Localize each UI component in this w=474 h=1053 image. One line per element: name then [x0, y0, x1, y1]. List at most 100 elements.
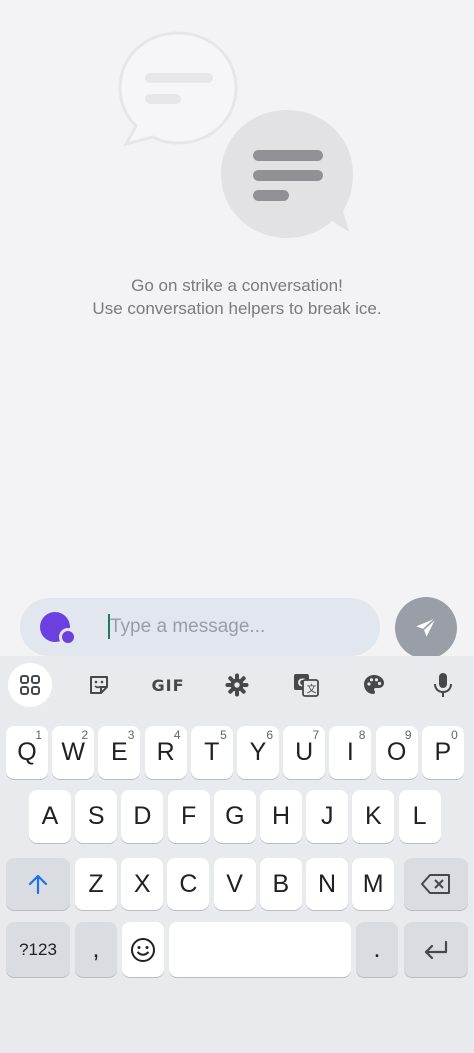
key-q[interactable]: Q1	[6, 726, 48, 779]
key-h[interactable]: H	[260, 790, 302, 843]
key-a-label: A	[41, 802, 59, 830]
backspace-icon	[421, 874, 450, 894]
key-t-hint: 5	[220, 728, 227, 742]
key-g[interactable]: G	[213, 790, 256, 843]
key-n-label: N	[317, 869, 337, 898]
key-m[interactable]: M	[352, 858, 395, 910]
emoji-key[interactable]	[122, 922, 164, 977]
key-t-label: T	[204, 738, 220, 766]
settings-button[interactable]	[215, 663, 259, 707]
soft-keyboard: GIF G 文 ?123 , . Q 1 W 2 E 3 R 4 T 5 Y 6…	[0, 656, 474, 1053]
key-r[interactable]: R4	[144, 726, 187, 779]
comma-key[interactable]: ,	[75, 922, 117, 977]
key-y[interactable]: Y6	[237, 726, 279, 779]
key-v[interactable]: V	[213, 858, 256, 910]
key-t[interactable]: T5	[190, 726, 233, 779]
key-j[interactable]: J	[306, 790, 349, 843]
comma-key-label: ,	[92, 935, 100, 963]
gif-label: GIF	[151, 675, 185, 695]
key-q-label: Q	[17, 738, 37, 766]
key-s[interactable]: S	[75, 790, 118, 843]
voice-input-button[interactable]	[421, 663, 465, 707]
chat-bubbles-illustration	[118, 31, 353, 238]
key-o-label: O	[386, 738, 407, 766]
palette-icon	[364, 675, 384, 694]
keyboard-toolbar: GIF G 文	[0, 656, 474, 714]
key-q-hint: 1	[35, 728, 42, 742]
key-s-label: S	[87, 802, 105, 830]
key-f-label: F	[180, 802, 197, 830]
key-k-label: K	[365, 802, 382, 830]
key-w-label: W	[61, 738, 85, 766]
empty-state-subtitle: Use conversation helpers to break ice.	[92, 299, 382, 318]
symbols-key[interactable]: ?123	[6, 922, 70, 977]
key-p-label: P	[434, 738, 452, 766]
key-x-label: X	[133, 869, 151, 898]
key-e-label: E	[111, 738, 128, 766]
period-key[interactable]: .	[356, 922, 398, 977]
message-composer	[20, 598, 380, 656]
enter-key[interactable]	[404, 922, 468, 977]
send-icon	[416, 617, 437, 637]
back-bubble-icon	[118, 31, 238, 147]
key-z[interactable]: Z	[75, 858, 117, 910]
key-i-hint: 8	[358, 728, 366, 742]
send-button[interactable]	[395, 597, 457, 659]
key-w[interactable]: W2	[52, 726, 95, 779]
key-d[interactable]: D	[121, 790, 164, 843]
key-j-label: J	[320, 802, 334, 830]
key-f[interactable]: F	[167, 790, 210, 843]
key-c-label: C	[179, 869, 198, 898]
gear-icon	[225, 673, 249, 697]
gif-button[interactable]: GIF	[146, 663, 190, 707]
symbols-key-label: ?123	[19, 939, 57, 959]
backspace-key[interactable]	[404, 858, 468, 910]
apps-grid-button[interactable]	[8, 663, 52, 707]
translate-icon: G 文	[294, 674, 319, 697]
key-z-label: Z	[88, 869, 104, 898]
key-p[interactable]: P0	[421, 726, 464, 779]
key-r-label: R	[156, 738, 175, 766]
key-g-label: G	[225, 802, 245, 830]
theme-button[interactable]	[352, 663, 396, 707]
key-o-hint: 9	[404, 728, 412, 742]
key-v-label: V	[226, 869, 243, 898]
key-c[interactable]: C	[167, 858, 210, 910]
key-r-hint: 4	[173, 728, 181, 742]
key-o[interactable]: O9	[375, 726, 418, 779]
key-m-label: M	[362, 869, 384, 898]
key-l[interactable]: L	[398, 790, 441, 843]
apps-grid-icon	[20, 675, 40, 695]
key-d-label: D	[133, 802, 152, 830]
sticker-icon	[90, 676, 108, 694]
key-e[interactable]: E3	[98, 726, 141, 779]
chat-screen: Go on strike a conversation! Use convers…	[0, 0, 474, 1053]
period-key-label: .	[373, 935, 381, 963]
key-p-hint: 0	[451, 728, 458, 742]
svg-text:文: 文	[307, 683, 317, 696]
shift-key[interactable]	[6, 858, 70, 910]
key-u-hint: 7	[312, 728, 320, 742]
key-a[interactable]: A	[29, 790, 71, 843]
key-b[interactable]: B	[259, 858, 302, 910]
key-u[interactable]: U7	[283, 726, 326, 779]
sticker-button[interactable]	[77, 663, 121, 707]
key-l-label: L	[412, 802, 427, 830]
key-x[interactable]: X	[121, 858, 164, 910]
enter-arrow-icon	[424, 940, 448, 959]
conversation-helper-icon[interactable]	[38, 610, 76, 644]
key-e-hint: 3	[127, 728, 135, 742]
emoji-smiley-icon	[131, 937, 155, 962]
shift-arrow-icon	[28, 874, 48, 895]
key-k[interactable]: K	[352, 790, 395, 843]
key-i[interactable]: I8	[329, 726, 372, 779]
space-key[interactable]	[169, 922, 351, 977]
key-n[interactable]: N	[306, 858, 348, 910]
key-y-label: Y	[249, 738, 267, 766]
key-y-hint: 6	[266, 728, 273, 742]
key-u-label: U	[295, 738, 314, 766]
key-h-label: H	[271, 802, 291, 830]
message-input[interactable]	[110, 608, 370, 646]
translate-button[interactable]: G 文	[284, 663, 328, 707]
empty-state-title: Go on strike a conversation!	[131, 276, 343, 295]
